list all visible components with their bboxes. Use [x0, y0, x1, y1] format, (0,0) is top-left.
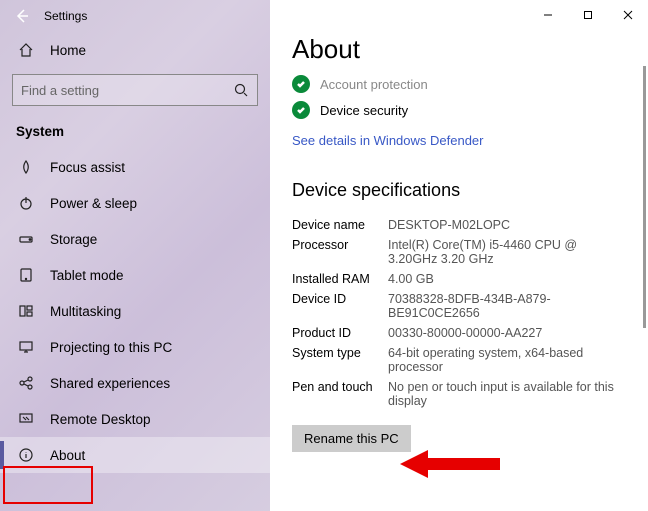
nav-item-storage[interactable]: Storage	[0, 221, 270, 257]
check-icon	[292, 75, 310, 93]
tablet-icon	[18, 267, 34, 283]
nav-label: Projecting to this PC	[50, 340, 172, 355]
nav-label: Multitasking	[50, 304, 121, 319]
sidebar: Settings Home Find a setting System Focu…	[0, 0, 270, 511]
remote-icon	[18, 411, 34, 427]
search-input[interactable]: Find a setting	[12, 74, 258, 106]
check-icon	[292, 101, 310, 119]
defender-link[interactable]: See details in Windows Defender	[292, 133, 484, 148]
section-header: System	[0, 116, 270, 149]
nav-item-tablet[interactable]: Tablet mode	[0, 257, 270, 293]
titlebar: Settings	[0, 0, 270, 32]
about-icon	[18, 447, 34, 463]
nav-item-about[interactable]: About	[0, 437, 270, 473]
spec-row: System type64-bit operating system, x64-…	[292, 343, 624, 377]
security-row-device: Device security	[292, 97, 624, 123]
spec-row: Installed RAM4.00 GB	[292, 269, 624, 289]
back-arrow-icon	[14, 8, 30, 24]
power-icon	[18, 195, 34, 211]
nav-label: Shared experiences	[50, 376, 170, 391]
nav-item-shared[interactable]: Shared experiences	[0, 365, 270, 401]
spec-row: Device ID70388328-8DFB-434B-A879-BE91C0C…	[292, 289, 624, 323]
page-title: About	[292, 34, 624, 65]
nav-label: Power & sleep	[50, 196, 137, 211]
window-title: Settings	[44, 9, 87, 23]
search-icon	[233, 82, 249, 98]
specs-table: Device nameDESKTOP-M02LOPC ProcessorInte…	[292, 215, 624, 411]
multitasking-icon	[18, 303, 34, 319]
back-button[interactable]	[0, 0, 44, 32]
nav-item-remote[interactable]: Remote Desktop	[0, 401, 270, 437]
nav-item-power[interactable]: Power & sleep	[0, 185, 270, 221]
home-icon	[18, 42, 34, 58]
nav-label: Remote Desktop	[50, 412, 151, 427]
search-placeholder: Find a setting	[21, 83, 99, 98]
nav-list: Focus assist Power & sleep Storage Table…	[0, 149, 270, 511]
security-label: Account protection	[320, 77, 428, 92]
home-label: Home	[50, 43, 86, 58]
spec-row: Product ID00330-80000-00000-AA227	[292, 323, 624, 343]
nav-item-projecting[interactable]: Projecting to this PC	[0, 329, 270, 365]
nav-item-focus-assist[interactable]: Focus assist	[0, 149, 270, 185]
spec-row: ProcessorIntel(R) Core(TM) i5-4460 CPU @…	[292, 235, 624, 269]
main-pane: About Account protection Device security…	[270, 0, 648, 511]
security-label: Device security	[320, 103, 408, 118]
projecting-icon	[18, 339, 34, 355]
security-row-account: Account protection	[292, 71, 624, 97]
nav-item-multitasking[interactable]: Multitasking	[0, 293, 270, 329]
shared-icon	[18, 375, 34, 391]
specs-heading: Device specifications	[292, 180, 624, 201]
spec-row: Pen and touchNo pen or touch input is av…	[292, 377, 624, 411]
nav-label: About	[50, 448, 85, 463]
nav-label: Storage	[50, 232, 97, 247]
spec-row: Device nameDESKTOP-M02LOPC	[292, 215, 624, 235]
scrollbar-thumb[interactable]	[643, 66, 646, 328]
focus-assist-icon	[18, 159, 34, 175]
home-nav[interactable]: Home	[0, 32, 270, 68]
scrollbar[interactable]	[643, 66, 646, 503]
nav-label: Focus assist	[50, 160, 125, 175]
nav-label: Tablet mode	[50, 268, 124, 283]
rename-pc-button[interactable]: Rename this PC	[292, 425, 411, 452]
storage-icon	[18, 231, 34, 247]
